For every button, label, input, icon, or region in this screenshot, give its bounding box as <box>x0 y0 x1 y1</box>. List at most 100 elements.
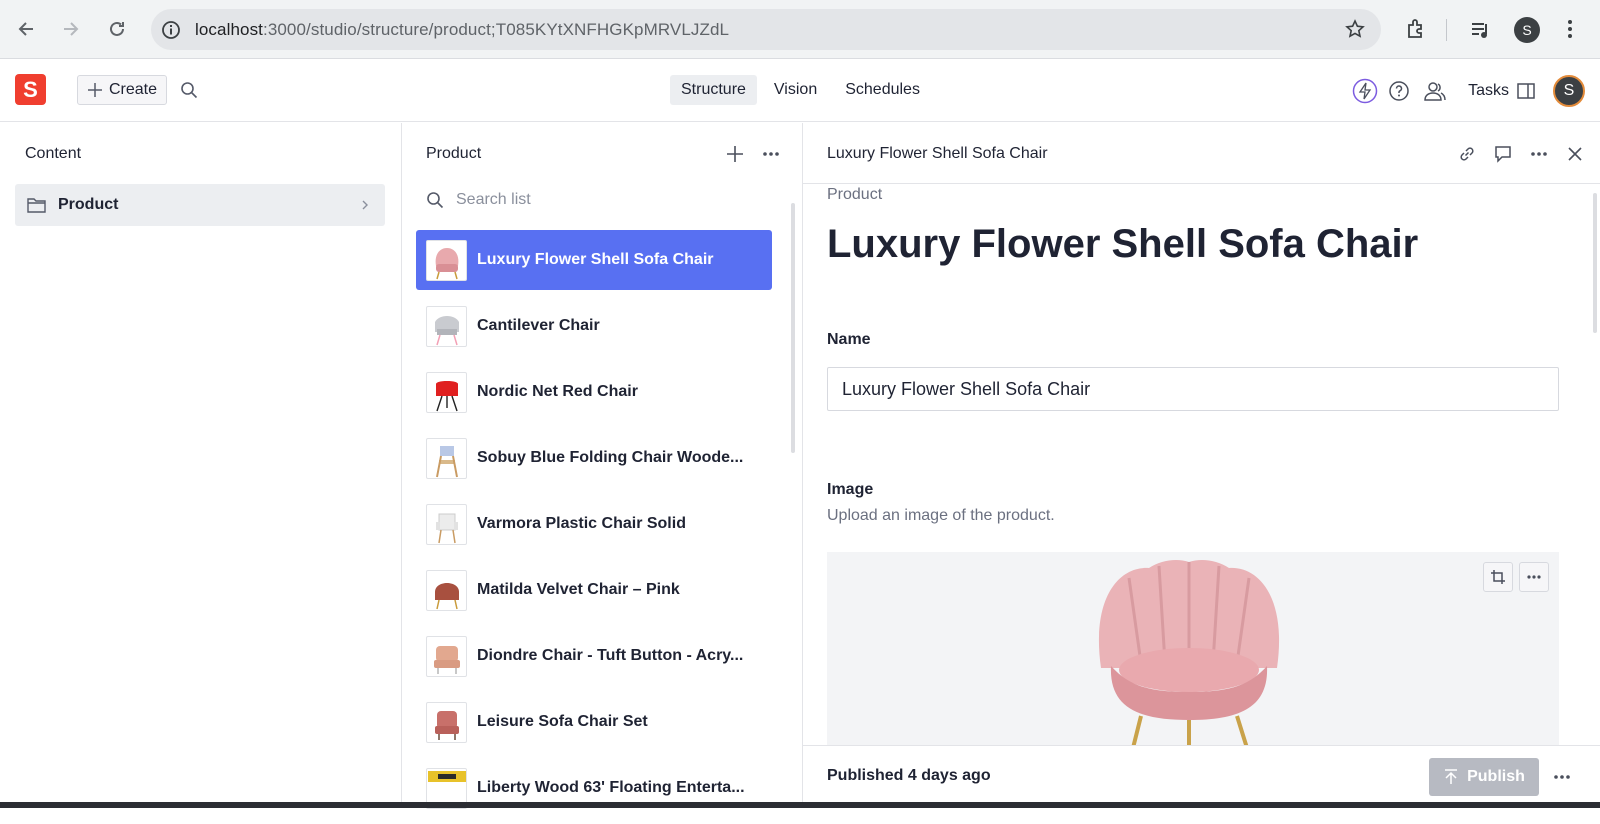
media-control-icon[interactable] <box>1470 19 1492 41</box>
browser-menu-icon[interactable] <box>1566 18 1574 40</box>
publish-button[interactable]: Publish <box>1429 758 1539 796</box>
user-avatar[interactable]: S <box>1553 75 1585 107</box>
list-item-title: Cantilever Chair <box>477 317 600 335</box>
create-button[interactable]: Create <box>77 75 167 105</box>
panel-toggle-icon[interactable] <box>1513 78 1539 104</box>
list-item-title: Liberty Wood 63' Floating Enterta... <box>477 779 745 797</box>
forward-icon[interactable] <box>57 16 83 42</box>
tool-tabs: Structure Vision Schedules <box>670 75 931 105</box>
product-list-pane: Product Luxury Flower Shell Sofa Chair C… <box>402 123 803 808</box>
reload-icon[interactable] <box>104 16 130 42</box>
comment-icon[interactable] <box>1490 141 1516 167</box>
document-menu-icon[interactable] <box>1526 141 1552 167</box>
folder-icon <box>27 197 46 213</box>
crop-icon[interactable] <box>1483 562 1513 592</box>
list-menu-icon[interactable] <box>762 151 780 157</box>
name-input[interactable]: Luxury Flower Shell Sofa Chair <box>827 367 1559 411</box>
product-thumbnail <box>426 702 467 743</box>
list-item-title: Diondre Chair - Tuft Button - Acry... <box>477 647 743 665</box>
image-menu-icon[interactable] <box>1519 562 1549 592</box>
bookmark-star-icon[interactable] <box>1345 19 1365 39</box>
document-scrollbar[interactable] <box>1593 193 1597 333</box>
content-pane: Content Product <box>0 123 402 808</box>
url-path: :3000/studio/structure/product;T085KYtXN… <box>263 20 729 39</box>
chevron-right-icon <box>361 199 369 211</box>
url-host: localhost <box>195 20 263 39</box>
studio-logo[interactable]: S <box>15 74 46 105</box>
publish-button-label: Publish <box>1467 768 1525 786</box>
list-item[interactable]: Liberty Wood 63' Floating Enterta... <box>416 758 772 818</box>
back-icon[interactable] <box>14 16 40 42</box>
document-footer: Published 4 days ago Publish <box>803 745 1600 808</box>
document-pane: Luxury Flower Shell Sofa Chair Product L… <box>803 123 1600 808</box>
studio-navbar: S Create Structure Vision Schedules Task… <box>0 59 1600 122</box>
os-taskbar <box>0 802 1600 808</box>
publish-icon <box>1443 769 1459 785</box>
product-thumbnail <box>426 438 467 479</box>
content-item-product[interactable]: Product <box>15 184 385 226</box>
list-item-title: Sobuy Blue Folding Chair Woode... <box>477 449 743 467</box>
tab-schedules[interactable]: Schedules <box>834 75 931 105</box>
product-thumbnail <box>426 636 467 677</box>
name-field-label: Name <box>827 331 1567 349</box>
document-header-title: Luxury Flower Shell Sofa Chair <box>827 145 1048 163</box>
document-actions-menu-icon[interactable] <box>1553 766 1571 780</box>
tab-vision[interactable]: Vision <box>763 75 828 105</box>
site-info-icon[interactable] <box>161 20 181 40</box>
search-list-input[interactable] <box>456 191 756 209</box>
list-item[interactable]: Sobuy Blue Folding Chair Woode... <box>416 428 772 488</box>
navbar-actions: Tasks S <box>1352 59 1600 122</box>
link-icon[interactable] <box>1454 141 1480 167</box>
users-icon[interactable] <box>1422 78 1448 104</box>
list-item[interactable]: Leisure Sofa Chair Set <box>416 692 772 752</box>
list-item[interactable]: Luxury Flower Shell Sofa Chair <box>416 230 772 290</box>
help-icon[interactable] <box>1386 78 1412 104</box>
document-actions <box>1454 141 1588 167</box>
list-item-title: Varmora Plastic Chair Solid <box>477 515 686 533</box>
list-item[interactable]: Nordic Net Red Chair <box>416 362 772 422</box>
list-item-title: Luxury Flower Shell Sofa Chair <box>477 251 714 269</box>
url-text: localhost:3000/studio/structure/product;… <box>195 20 729 40</box>
image-field-description: Upload an image of the product. <box>827 507 1567 525</box>
list-item[interactable]: Diondre Chair - Tuft Button - Acry... <box>416 626 772 686</box>
plus-icon <box>87 82 103 98</box>
product-thumbnail <box>426 306 467 347</box>
product-thumbnail <box>426 240 467 281</box>
search-icon <box>426 191 444 209</box>
list-item-title: Matilda Velvet Chair – Pink <box>477 581 680 599</box>
document-header: Luxury Flower Shell Sofa Chair <box>803 123 1600 184</box>
list-item-title: Nordic Net Red Chair <box>477 383 638 401</box>
list-pane-title: Product <box>426 145 481 163</box>
browser-toolbar: localhost:3000/studio/structure/product;… <box>0 0 1600 59</box>
content-pane-title: Content <box>25 145 81 163</box>
browser-profile-avatar[interactable]: S <box>1514 17 1540 43</box>
document-form: Product Luxury Flower Shell Sofa Chair N… <box>827 184 1567 525</box>
publish-status: Published 4 days ago <box>827 767 991 785</box>
product-thumbnail <box>426 372 467 413</box>
content-item-label: Product <box>58 196 118 214</box>
lightning-icon[interactable] <box>1352 78 1378 104</box>
document-title: Luxury Flower Shell Sofa Chair <box>827 222 1567 267</box>
create-button-label: Create <box>109 81 157 99</box>
list-item[interactable]: Varmora Plastic Chair Solid <box>416 494 772 554</box>
search-icon[interactable] <box>180 81 198 99</box>
extensions-icon[interactable] <box>1405 18 1427 40</box>
add-document-icon[interactable] <box>726 145 744 163</box>
tab-structure[interactable]: Structure <box>670 75 757 105</box>
list-scrollbar[interactable] <box>791 203 795 453</box>
tasks-label[interactable]: Tasks <box>1468 82 1509 100</box>
list-item[interactable]: Matilda Velvet Chair – Pink <box>416 560 772 620</box>
image-tools <box>1483 562 1549 592</box>
list-search <box>426 183 786 217</box>
list-item-title: Leisure Sofa Chair Set <box>477 713 648 731</box>
close-icon[interactable] <box>1562 141 1588 167</box>
product-thumbnail <box>426 570 467 611</box>
image-field-preview[interactable] <box>827 552 1559 752</box>
address-bar[interactable]: localhost:3000/studio/structure/product;… <box>151 9 1381 50</box>
document-list: Luxury Flower Shell Sofa Chair Cantileve… <box>416 230 772 824</box>
product-thumbnail <box>426 504 467 545</box>
divider <box>1446 19 1447 41</box>
list-item[interactable]: Cantilever Chair <box>416 296 772 356</box>
product-image <box>1089 558 1289 748</box>
image-field-label: Image <box>827 481 1567 499</box>
